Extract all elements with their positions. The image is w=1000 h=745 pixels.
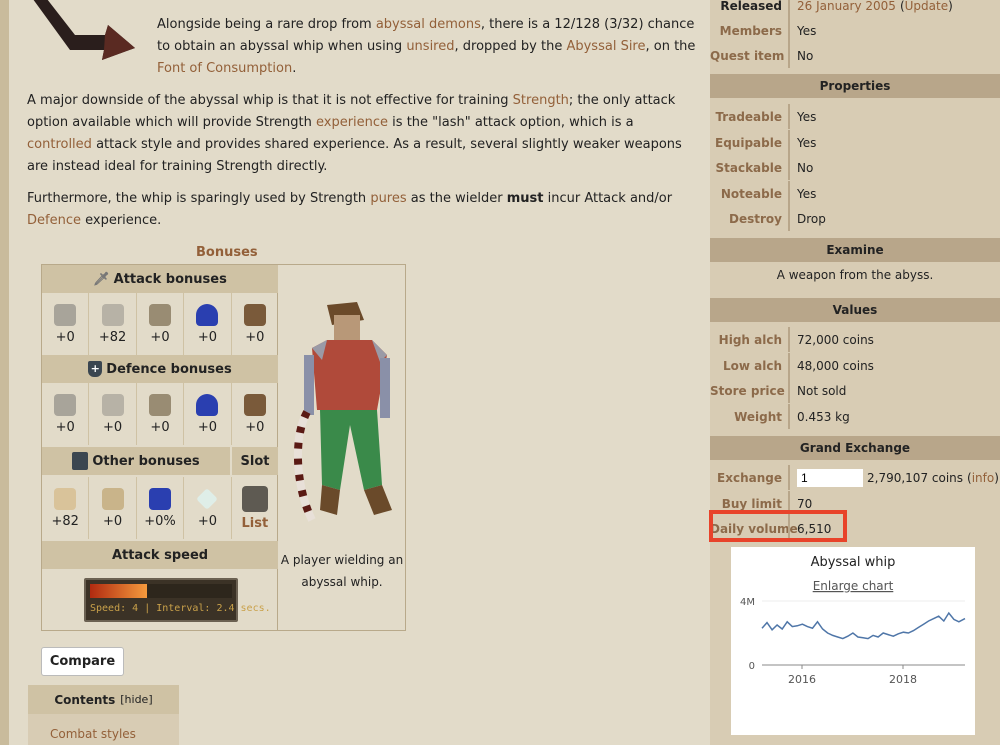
defence-bonuses-header: + Defence bonuses <box>42 355 278 383</box>
toc-title: Contents <box>54 692 116 707</box>
page-edge <box>0 0 9 745</box>
grand-exchange-header: Grand Exchange <box>710 436 1000 460</box>
bonuses-table: 🗡 Attack bonuses +0 +82 +0 +0 +0 + Defence… <box>41 264 406 631</box>
examine-text: A weapon from the abyss. <box>776 268 934 282</box>
row-equipable: Equipable Yes <box>710 130 1000 155</box>
link-font-of-consumption[interactable]: Font of Consumption <box>157 61 292 76</box>
row-low-alch: Low alch 48,000 coins <box>710 353 1000 378</box>
exchange-quantity-input[interactable] <box>797 468 863 487</box>
paragraph-strength: A major downside of the abyssal whip is … <box>27 93 682 174</box>
crush-icon <box>149 393 172 416</box>
info-link[interactable]: info <box>972 471 995 485</box>
stab-icon <box>54 303 77 326</box>
ranged-bow-icon <box>243 393 266 416</box>
attack-speed-bar: Speed: 4 | Interval: 2.4 secs. <box>84 578 271 622</box>
properties-header: Properties <box>710 74 1000 98</box>
link-defence[interactable]: Defence <box>27 213 81 228</box>
stab-icon <box>54 393 77 416</box>
strength-fist-icon <box>54 487 77 510</box>
x-tick-label-2018: 2018 <box>889 673 917 686</box>
link-controlled[interactable]: controlled <box>27 137 92 152</box>
crush-icon <box>149 303 172 326</box>
defence-bonuses-row: +0 +0 +0 +0 +0 <box>42 383 278 445</box>
link-abyssal-demons[interactable]: abyssal demons <box>376 17 481 32</box>
magic-damage-icon <box>149 487 172 510</box>
player-model-image <box>294 302 392 522</box>
paragraph-pures: Furthermore, the whip is sparingly used … <box>27 191 673 228</box>
player-caption: A player wielding an abyssal whip. <box>280 553 404 589</box>
toc-hide-toggle[interactable]: [hide] <box>120 693 152 706</box>
slash-icon <box>101 303 124 326</box>
row-stackable: Stackable No <box>710 155 1000 180</box>
shield-icon: + <box>88 361 103 377</box>
row-released: Released 26 January 2005 (Update) <box>710 0 1000 18</box>
table-of-contents: Contents [hide] Combat styles <box>28 685 179 745</box>
link-unsired[interactable]: unsired <box>406 39 454 54</box>
other-bonuses-icon <box>72 452 89 470</box>
row-tradeable: Tradeable Yes <box>710 104 1000 129</box>
row-exchange: Exchange2,790,107 coins(info) <box>710 465 1000 490</box>
compare-button[interactable]: Compare <box>41 647 124 676</box>
magic-hat-icon <box>196 303 219 326</box>
slash-icon <box>101 393 124 416</box>
chart-title: Abyssal whip <box>811 555 896 570</box>
link-strength[interactable]: Strength <box>513 93 569 108</box>
other-bonuses-header: Other bonuses <box>42 447 230 475</box>
price-series-line <box>761 611 966 640</box>
slot-list-link[interactable]: List <box>241 516 268 531</box>
prayer-star-icon <box>196 487 219 510</box>
update-link[interactable]: Update <box>905 0 948 13</box>
y-tick-label-0: 0 <box>749 661 755 672</box>
other-bonuses-row: +82 +0 +0% +0 List <box>42 477 278 539</box>
toc-item-combat-styles[interactable]: Combat styles <box>50 727 136 741</box>
row-members: Members Yes <box>710 18 1000 43</box>
attack-speed-fill <box>90 584 147 598</box>
enlarge-chart-link[interactable]: Enlarge chart <box>813 579 894 593</box>
link-abyssal-sire[interactable]: Abyssal Sire <box>566 39 645 54</box>
row-noteable: Noteable Yes <box>710 181 1000 206</box>
link-pures[interactable]: pures <box>370 191 406 206</box>
attack-bonuses-header: 🗡 Attack bonuses <box>42 265 278 293</box>
link-experience[interactable]: experience <box>316 115 388 130</box>
sword-icon: 🗡 <box>93 271 110 287</box>
price-chart-svg: Abyssal whip Enlarge chart 4M 0 2016 201… <box>740 555 966 686</box>
examine-header: Examine <box>710 238 1000 262</box>
row-high-alch: High alch 72,000 coins <box>710 327 1000 352</box>
values-header: Values <box>710 298 1000 322</box>
row-quest-item: Quest item No <box>710 43 1000 68</box>
magic-hat-icon <box>196 393 219 416</box>
row-store-price: Store price Not sold <box>710 378 1000 403</box>
ranged-strength-icon <box>101 487 124 510</box>
slot-header: Slot <box>232 447 278 475</box>
bonuses-title[interactable]: Bonuses <box>196 245 258 260</box>
price-chart: Abyssal whip Enlarge chart 4M 0 2016 201… <box>731 547 975 735</box>
ranged-bow-icon <box>243 303 266 326</box>
release-date-link[interactable]: 26 January 2005 <box>797 0 896 13</box>
row-destroy: Destroy Drop <box>710 206 1000 231</box>
daily-volume-highlight <box>709 510 847 542</box>
x-tick-label-2016: 2016 <box>788 673 816 686</box>
weapon-slot-icon <box>241 485 268 512</box>
attack-speed-header: Attack speed <box>42 541 278 569</box>
row-weight: Weight 0.453 kg <box>710 404 1000 429</box>
y-tick-label-4m: 4M <box>740 597 755 608</box>
paragraph-drop-sources: Alongside being a rare drop from abyssal… <box>157 17 696 76</box>
abyssal-whip-icon <box>33 0 135 60</box>
attack-bonuses-row: +0 +82 +0 +0 +0 <box>42 293 278 355</box>
